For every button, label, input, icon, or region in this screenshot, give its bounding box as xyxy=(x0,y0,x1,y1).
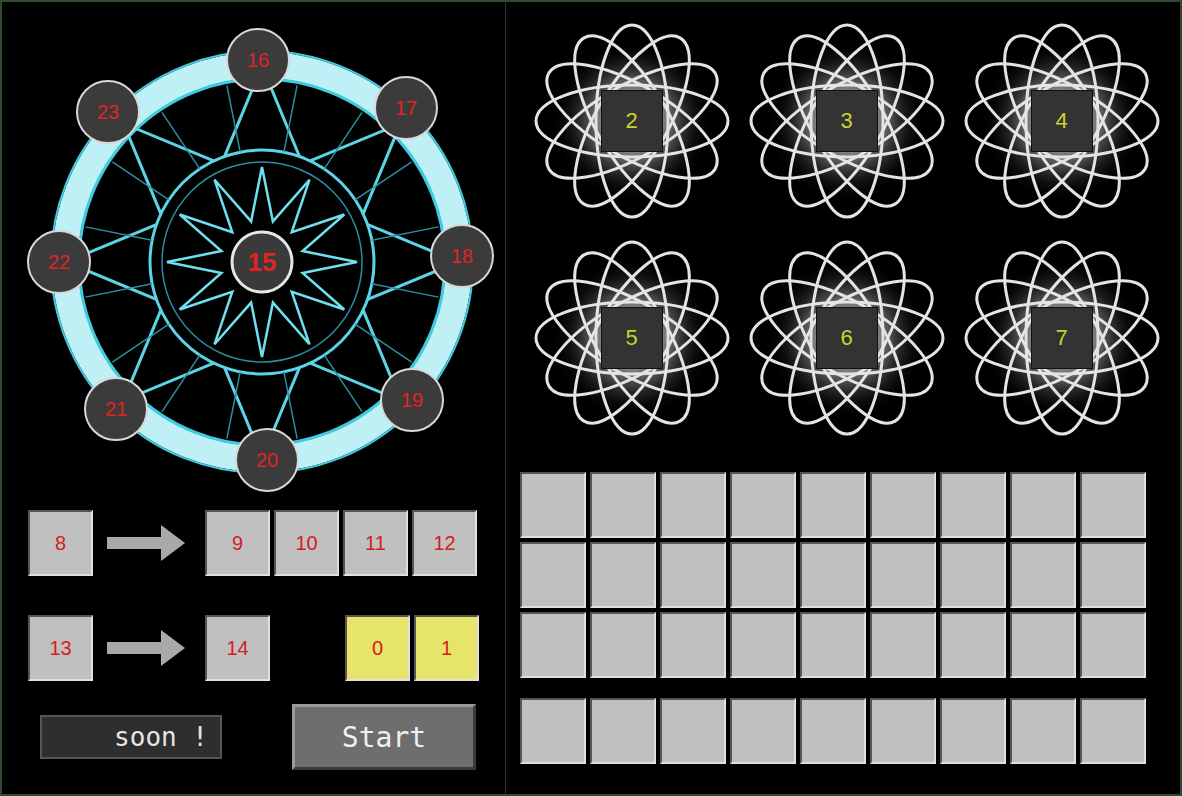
atom-slot[interactable]: 5 xyxy=(601,307,663,369)
inventory-slot[interactable] xyxy=(870,542,936,608)
arrow-icon xyxy=(107,626,187,670)
input-slot[interactable]: 13 xyxy=(28,615,93,681)
recipe-row: 8 9101112 xyxy=(28,510,505,576)
hotbar-slot[interactable] xyxy=(1010,698,1076,764)
atom-card[interactable]: 4 xyxy=(954,12,1169,229)
output-slot[interactable]: 14 xyxy=(205,615,270,681)
atom-slot[interactable]: 2 xyxy=(601,90,663,152)
circle-node[interactable]: 18 xyxy=(430,224,494,288)
circle-node[interactable]: 23 xyxy=(76,80,140,144)
inventory-slot[interactable] xyxy=(730,542,796,608)
inventory-slot[interactable] xyxy=(660,612,726,678)
inventory-slot[interactable] xyxy=(1080,542,1146,608)
hotbar-slot[interactable] xyxy=(1080,698,1146,764)
inventory-slot[interactable] xyxy=(1010,612,1076,678)
inventory-slot[interactable] xyxy=(940,472,1006,538)
atom-slot[interactable]: 6 xyxy=(816,307,878,369)
inventory-slot[interactable] xyxy=(940,612,1006,678)
atom-card[interactable]: 2 xyxy=(524,12,739,229)
magic-circle: 15 16 17 18 19 20 21 22 23 xyxy=(2,2,505,497)
hotbar-slot[interactable] xyxy=(660,698,726,764)
output-slot[interactable]: 11 xyxy=(343,510,408,576)
inventory-slot[interactable] xyxy=(870,612,936,678)
output-slot[interactable]: 9 xyxy=(205,510,270,576)
circle-node[interactable]: 20 xyxy=(235,428,299,492)
inventory-slot[interactable] xyxy=(520,612,586,678)
game-screen: 15161718192021222389101112131401soon !St… xyxy=(0,0,1182,796)
left-panel: 15161718192021222389101112131401soon !St… xyxy=(2,2,505,794)
atom-slot[interactable]: 7 xyxy=(1031,307,1093,369)
input-slot[interactable]: 8 xyxy=(28,510,93,576)
extra-slot[interactable]: 0 xyxy=(345,615,410,681)
inventory-slot[interactable] xyxy=(590,542,656,608)
atom-card[interactable]: 5 xyxy=(524,229,739,446)
atom-slot[interactable]: 3 xyxy=(816,90,878,152)
soon-label: soon ! xyxy=(40,715,222,759)
circle-node[interactable]: 21 xyxy=(84,377,148,441)
circle-node[interactable]: 22 xyxy=(27,230,91,294)
recipe-row: 13 14 01 xyxy=(28,615,505,681)
start-button[interactable]: Start xyxy=(292,704,476,770)
atom-card[interactable]: 6 xyxy=(739,229,954,446)
inventory-slot[interactable] xyxy=(1080,472,1146,538)
inventory-slot[interactable] xyxy=(1080,612,1146,678)
circle-node[interactable]: 17 xyxy=(374,76,438,140)
hotbar-slot[interactable] xyxy=(520,698,586,764)
circle-node[interactable]: 19 xyxy=(380,368,444,432)
inventory-slot[interactable] xyxy=(870,472,936,538)
inventory-slot[interactable] xyxy=(520,472,586,538)
extra-slots: 01 xyxy=(345,615,479,681)
inventory-slot[interactable] xyxy=(800,472,866,538)
inventory-slot[interactable] xyxy=(800,612,866,678)
controls-row: soon ! Start xyxy=(28,704,505,770)
inventory-slot[interactable] xyxy=(800,542,866,608)
hotbar-slot[interactable] xyxy=(870,698,936,764)
inventory-slot[interactable] xyxy=(940,542,1006,608)
inventory-slot[interactable] xyxy=(1010,542,1076,608)
atom-grid: 2 3 4 5 6 7 xyxy=(506,2,1180,452)
extra-slot[interactable]: 1 xyxy=(414,615,479,681)
hotbar-slot[interactable] xyxy=(590,698,656,764)
inventory-slot[interactable] xyxy=(730,612,796,678)
inventory-slot[interactable] xyxy=(660,542,726,608)
inventory-slot[interactable] xyxy=(660,472,726,538)
output-slot[interactable]: 12 xyxy=(412,510,477,576)
arrow-icon xyxy=(107,521,187,565)
circle-node[interactable]: 16 xyxy=(226,28,290,92)
inventory-slot[interactable] xyxy=(730,472,796,538)
inventory-slot[interactable] xyxy=(1010,472,1076,538)
inventory-slot[interactable] xyxy=(590,612,656,678)
inventory-grid xyxy=(506,472,1180,678)
hotbar xyxy=(506,698,1180,764)
atom-slot[interactable]: 4 xyxy=(1031,90,1093,152)
inventory-slot[interactable] xyxy=(590,472,656,538)
circle-center-node[interactable]: 15 xyxy=(232,246,292,278)
hotbar-slot[interactable] xyxy=(940,698,1006,764)
atom-card[interactable]: 7 xyxy=(954,229,1169,446)
recipe-list: 89101112131401soon !Start xyxy=(2,497,505,770)
atom-card[interactable]: 3 xyxy=(739,12,954,229)
output-slot[interactable]: 10 xyxy=(274,510,339,576)
hotbar-slot[interactable] xyxy=(730,698,796,764)
inventory-slot[interactable] xyxy=(520,542,586,608)
right-panel: 2 3 4 5 6 7 xyxy=(505,2,1180,794)
hotbar-slot[interactable] xyxy=(800,698,866,764)
